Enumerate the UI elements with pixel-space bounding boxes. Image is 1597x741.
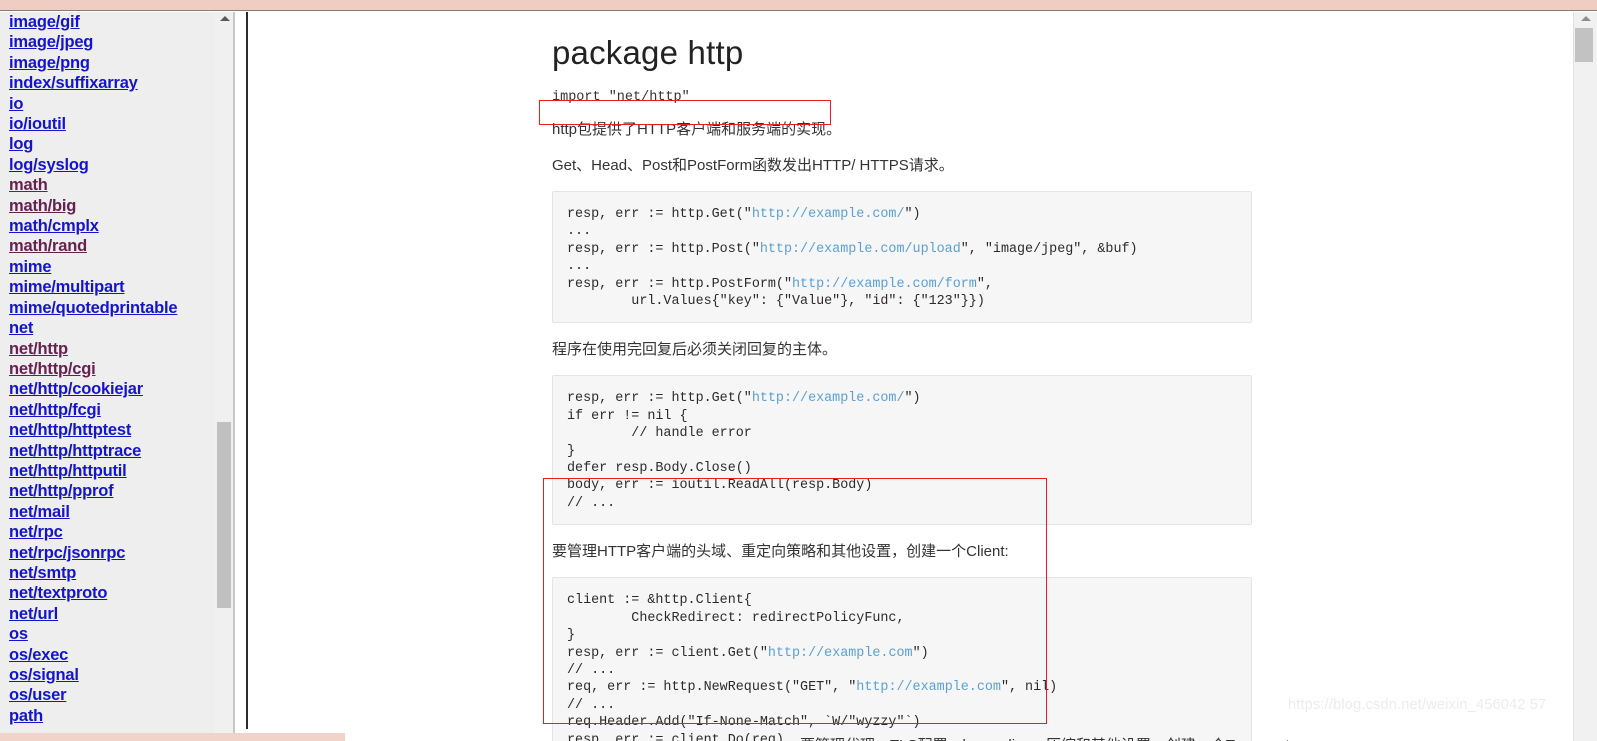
sidebar-item-log-syslog[interactable]: log/syslog: [9, 155, 214, 175]
sidebar-item-mime-multipart[interactable]: mime/multipart: [9, 277, 214, 297]
sidebar-item-io-ioutil[interactable]: io/ioutil: [9, 114, 214, 134]
sidebar-item-image-gif[interactable]: image/gif: [9, 12, 214, 32]
sidebar-item-path[interactable]: path: [9, 706, 214, 726]
sidebar-item-mime-quotedprintable[interactable]: mime/quotedprintable: [9, 298, 214, 318]
documentation-content: package http import "net/http" http包提供了H…: [552, 12, 1252, 741]
sidebar-item-index-suffixarray[interactable]: index/suffixarray: [9, 73, 214, 93]
sidebar-item-net-http-httputil[interactable]: net/http/httputil: [9, 461, 214, 481]
watermark: https://blog.csdn.net/weixin_456042 57: [1288, 697, 1547, 713]
sidebar-item-mime[interactable]: mime: [9, 257, 214, 277]
note-close-body: 程序在使用完回复后必须关闭回复的主体。: [552, 341, 838, 359]
sidebar-item-net-http-cgi[interactable]: net/http/cgi: [9, 359, 214, 379]
package-summary: http包提供了HTTP客户端和服务端的实现。: [552, 121, 842, 138]
note-client: 要管理HTTP客户端的头域、重定向策略和其他设置，创建一个Client:: [552, 543, 1009, 561]
sidebar-item-log[interactable]: log: [9, 134, 214, 154]
sidebar-item-os-user[interactable]: os/user: [9, 685, 214, 705]
sidebar-item-net-http-fcgi[interactable]: net/http/fcgi: [9, 400, 214, 420]
page-scrollbar-track[interactable]: [1573, 12, 1597, 741]
sidebar-item-net-mail[interactable]: net/mail: [9, 502, 214, 522]
sidebar-item-net[interactable]: net: [9, 318, 214, 338]
sidebar-edge-divider: [233, 12, 235, 733]
sidebar-item-net-url[interactable]: net/url: [9, 604, 214, 624]
browser-bottom-strip: [0, 733, 345, 741]
page-scroll-up-arrow-icon[interactable]: [1581, 16, 1591, 21]
sidebar-scrollbar-track[interactable]: [214, 12, 233, 733]
page-scrollbar-thumb[interactable]: [1575, 28, 1593, 62]
code-block-client: client := &http.Client{ CheckRedirect: r…: [552, 577, 1252, 741]
sidebar-item-image-jpeg[interactable]: image/jpeg: [9, 32, 214, 52]
sidebar-item-net-http-httptest[interactable]: net/http/httptest: [9, 420, 214, 440]
code-block-basic-requests: resp, err := http.Get("http://example.co…: [552, 191, 1252, 324]
import-statement: import "net/http": [552, 90, 690, 105]
sidebar-item-net-http-httptrace[interactable]: net/http/httptrace: [9, 441, 214, 461]
sidebar-item-os-signal[interactable]: os/signal: [9, 665, 214, 685]
sidebar-item-io[interactable]: io: [9, 94, 214, 114]
sidebar-item-math[interactable]: math: [9, 175, 214, 195]
sidebar-item-net-smtp[interactable]: net/smtp: [9, 563, 214, 583]
sidebar-item-net-rpc[interactable]: net/rpc: [9, 522, 214, 542]
sidebar-item-net-http[interactable]: net/http: [9, 339, 214, 359]
sidebar-item-math-big[interactable]: math/big: [9, 196, 214, 216]
screen: image/gif image/jpeg image/png index/suffix…: [0, 0, 1597, 741]
sidebar-item-os-exec[interactable]: os/exec: [9, 645, 214, 665]
sidebar-item-image-png[interactable]: image/png: [9, 53, 214, 73]
sidebar-scroll-up-arrow-icon[interactable]: [220, 16, 230, 21]
sidebar-item-net-http-cookiejar[interactable]: net/http/cookiejar: [9, 379, 214, 399]
sidebar-item-net-rpc-jsonrpc[interactable]: net/rpc/jsonrpc: [9, 543, 214, 563]
note-transport-partial: 要管理代理、TLS配置、keep-alive、压缩和其他设置，创建一个Trans…: [800, 734, 1294, 741]
package-index-sidebar[interactable]: image/gif image/jpeg image/png index/suffix…: [0, 12, 232, 733]
package-link-list: image/gif image/jpeg image/png index/suffix…: [9, 12, 214, 726]
documentation-pane[interactable]: package http import "net/http" http包提供了H…: [248, 12, 1573, 741]
package-intro: Get、Head、Post和PostForm函数发出HTTP/ HTTPS请求。: [552, 157, 954, 174]
sidebar-item-math-cmplx[interactable]: math/cmplx: [9, 216, 214, 236]
sidebar-item-os[interactable]: os: [9, 624, 214, 644]
page-title: package http: [552, 34, 744, 71]
sidebar-item-net-http-pprof[interactable]: net/http/pprof: [9, 481, 214, 501]
sidebar-item-net-textproto[interactable]: net/textproto: [9, 583, 214, 603]
code-block-close-body: resp, err := http.Get("http://example.co…: [552, 375, 1252, 526]
sidebar-scrollbar-thumb[interactable]: [217, 422, 231, 608]
sidebar-item-math-rand[interactable]: math/rand: [9, 236, 214, 256]
browser-top-strip: [0, 0, 1597, 11]
